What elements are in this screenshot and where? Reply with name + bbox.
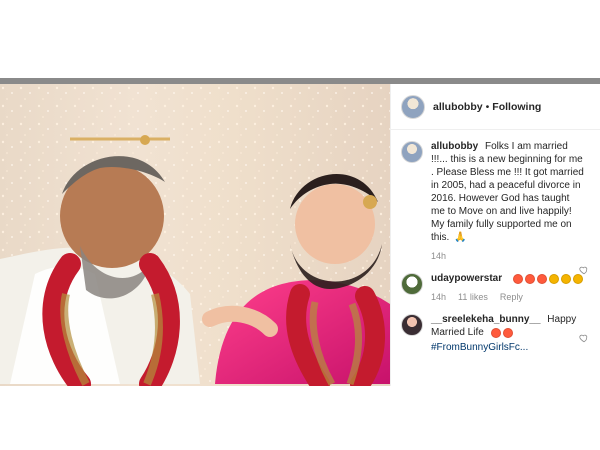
caption: allubobby Folks I am married !!!... this… <box>401 140 591 263</box>
comment-user[interactable]: __sreelekeha_bunny__ <box>431 314 541 325</box>
heart-icon[interactable] <box>579 262 589 275</box>
header-separator-dot: • <box>485 100 490 113</box>
heart-eyes-emoji-icon <box>536 273 547 284</box>
hashtag[interactable]: #FromBunnyGirlsFc... <box>431 341 586 354</box>
comment-text-block: __sreelekeha_bunny__ Happy Married Life … <box>431 313 586 354</box>
caption-time: 14h <box>431 251 447 262</box>
caption-text-block: allubobby Folks I am married !!!... this… <box>431 140 586 263</box>
comment-udaypowerstar: udaypowerstar 14h 11 likes Reply <box>401 266 591 304</box>
caption-meta: 14h <box>431 250 586 263</box>
comment-meta: 14h 11 likes Reply <box>431 291 586 304</box>
caption-avatar[interactable] <box>401 141 423 163</box>
post-photo <box>0 84 390 386</box>
comment-reply[interactable]: Reply <box>500 291 523 304</box>
heart-eyes-emoji-icon <box>512 273 523 284</box>
post-sidebar: allubobby • Following allubobby Folks I … <box>390 84 600 386</box>
comment-sreelekeha: __sreelekeha_bunny__ Happy Married Life … <box>401 313 591 354</box>
emoji-row <box>490 327 513 338</box>
smile-emoji-icon <box>548 273 559 284</box>
heart-icon[interactable] <box>579 330 589 343</box>
smile-emoji-icon <box>572 273 583 284</box>
post-header: allubobby • Following <box>391 84 600 130</box>
heart-eyes-emoji-icon <box>490 327 501 338</box>
comment-avatar[interactable] <box>401 273 423 296</box>
comment-avatar[interactable] <box>401 314 423 337</box>
smile-emoji-icon <box>560 273 571 284</box>
heart-eyes-emoji-icon <box>502 327 513 338</box>
heart-outline-icon <box>579 334 588 343</box>
heart-outline-icon <box>579 266 588 275</box>
instagram-post-frame: allubobby • Following allubobby Folks I … <box>0 78 600 386</box>
caption-user[interactable]: allubobby <box>431 141 478 152</box>
folded-hands-icon: 🙏 <box>454 232 467 243</box>
comment-likes[interactable]: 11 likes <box>458 291 488 304</box>
comments-panel: allubobby Folks I am married !!!... this… <box>391 130 600 354</box>
caption-text: Folks I am married !!!... this is a new … <box>431 141 584 244</box>
emoji-row <box>512 273 583 284</box>
following-status[interactable]: Following <box>492 101 541 113</box>
wedding-photo-illustration <box>0 84 390 386</box>
heart-eyes-emoji-icon <box>524 273 535 284</box>
owner-handle[interactable]: allubobby <box>433 101 483 113</box>
owner-avatar[interactable] <box>401 94 425 119</box>
comment-text-block: udaypowerstar 14h 11 likes Reply <box>431 272 586 304</box>
comment-user[interactable]: udaypowerstar <box>431 273 502 284</box>
comment-time: 14h <box>431 292 447 303</box>
